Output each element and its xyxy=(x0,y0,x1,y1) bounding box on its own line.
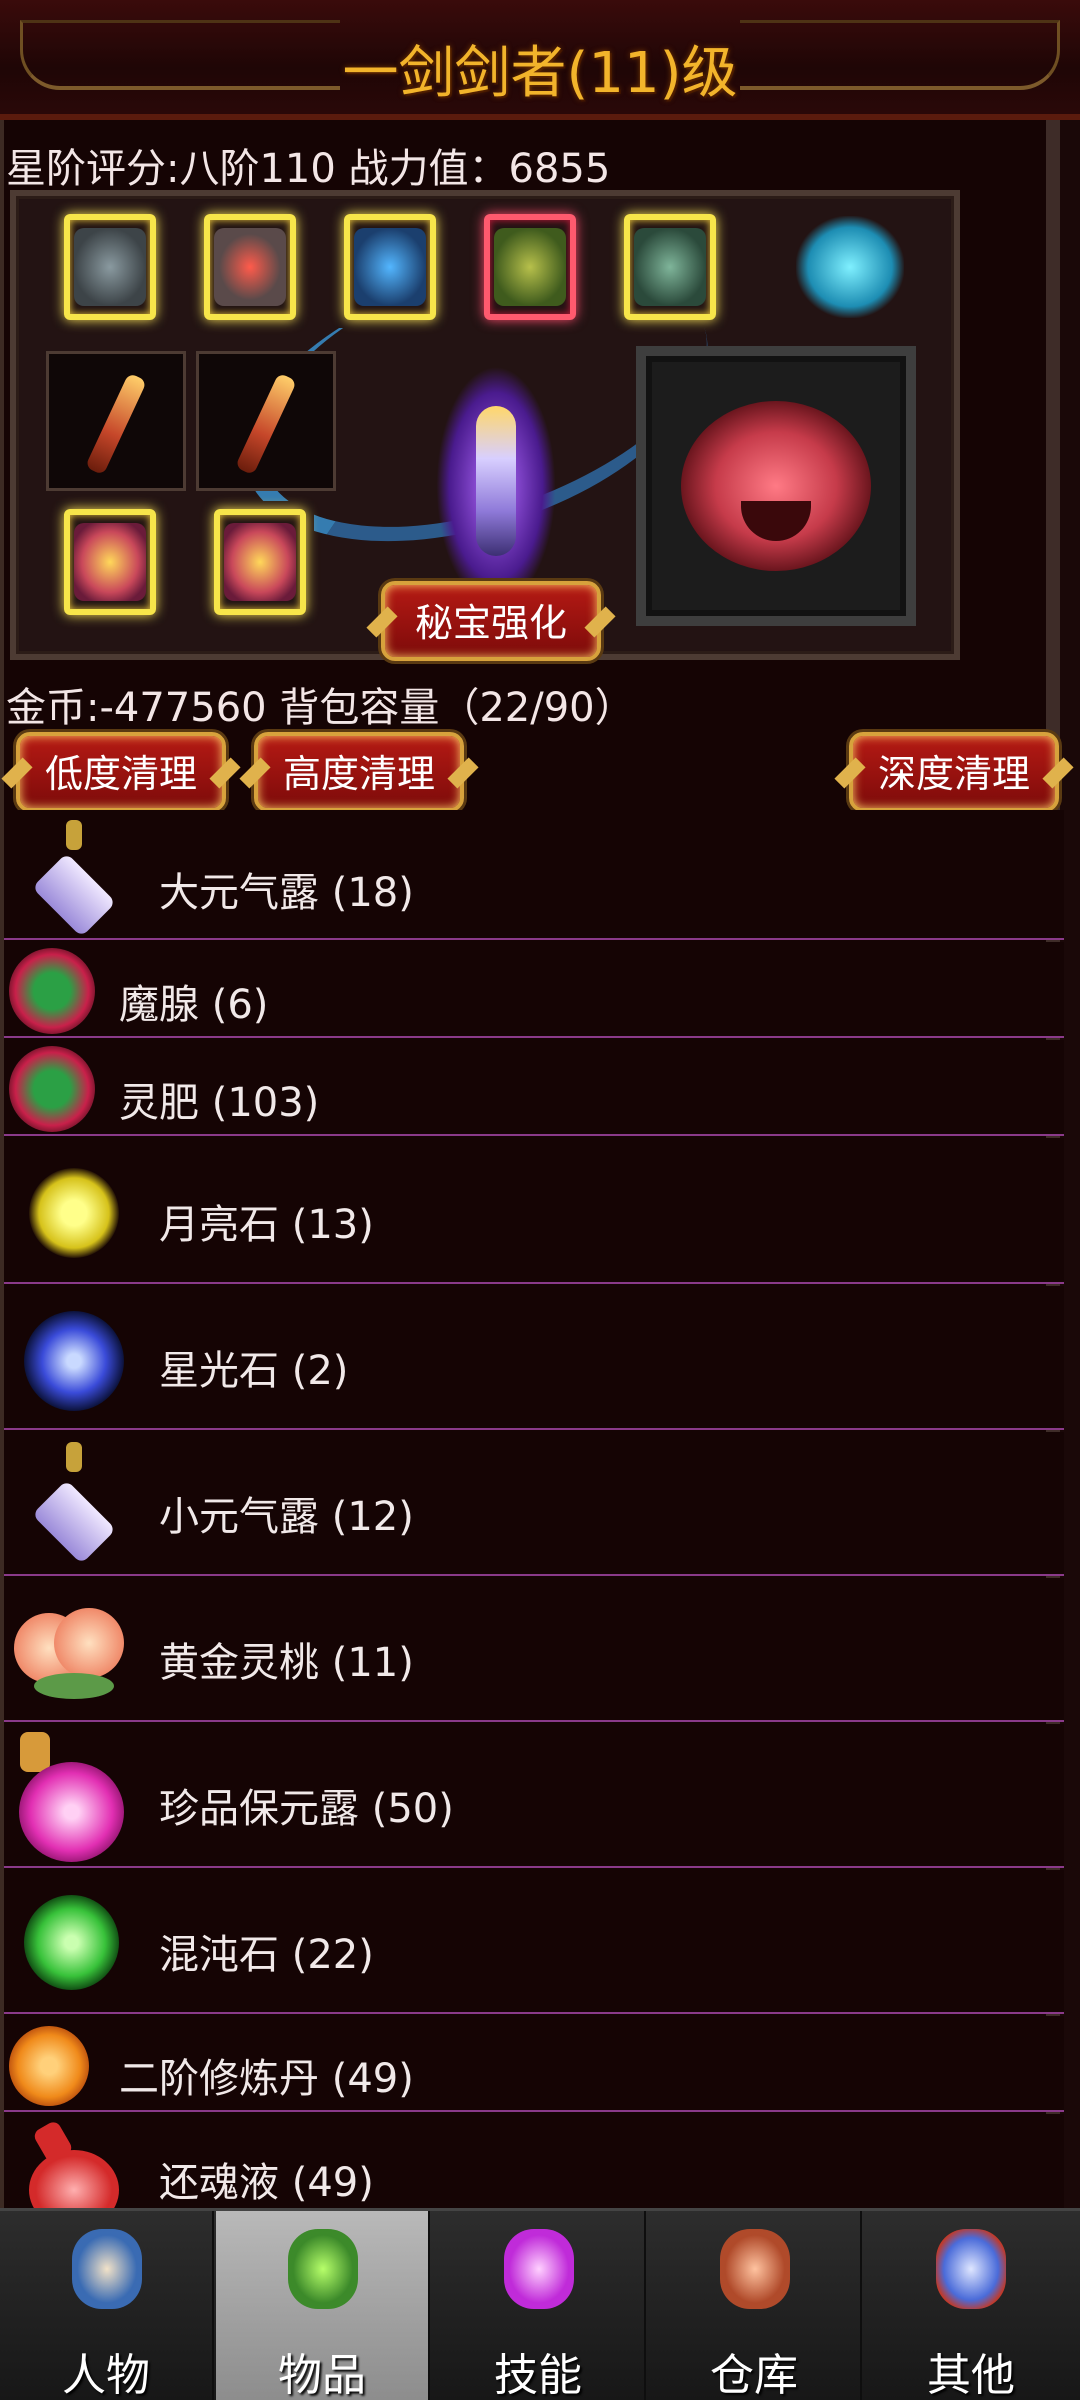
item-row[interactable]: 小元气露 (12) xyxy=(4,1432,1064,1576)
item-row[interactable]: 珍品保元露 (50) xyxy=(4,1724,1064,1868)
warehouse-icon xyxy=(720,2229,790,2309)
flask-icon xyxy=(14,1732,124,1862)
chaos-stone-icon xyxy=(24,1895,119,1990)
gem-icon xyxy=(74,523,146,601)
tab-items[interactable]: 物品 xyxy=(216,2211,430,2400)
equip-slot-boots[interactable] xyxy=(616,206,724,328)
sword-icon xyxy=(84,372,148,476)
pet-slot[interactable] xyxy=(636,346,916,626)
boots-icon xyxy=(634,228,706,306)
item-name: 二阶修炼丹 (49) xyxy=(119,2056,414,2102)
item-name: 小元气露 (12) xyxy=(159,1494,414,1540)
item-row[interactable]: 黄金灵桃 (11) xyxy=(4,1578,1064,1722)
stat-summary: 星阶评分:八阶110 战力值：6855 xyxy=(6,146,611,192)
title-bar: 一剑剑者(11)级 xyxy=(0,0,1080,120)
armor-icon xyxy=(214,228,286,306)
equip-slot-armor[interactable] xyxy=(196,206,304,328)
item-name: 魔腺 (6) xyxy=(119,982,269,1028)
equip-slot-weapon-right[interactable] xyxy=(196,351,336,491)
item-list: 大元气露 (18) 魔腺 (6) 灵肥 (103) 月亮石 (13) 星光石 (… xyxy=(4,810,1064,2210)
tab-character[interactable]: 人物 xyxy=(0,2211,214,2400)
deep-cleanup-button[interactable]: 深度清理 xyxy=(849,732,1059,812)
equip-slot-weapon-left[interactable] xyxy=(46,351,186,491)
pill-icon xyxy=(9,2026,89,2106)
equip-slot-gem-1[interactable] xyxy=(56,501,164,623)
item-name: 大元气露 (18) xyxy=(159,870,414,916)
tab-skills[interactable]: 技能 xyxy=(432,2211,646,2400)
equip-slot-gauntlet[interactable] xyxy=(476,206,584,328)
bottom-tab-bar: 人物 物品 技能 仓库 其他 xyxy=(0,2208,1080,2400)
sword-icon xyxy=(234,372,298,476)
orb-icon xyxy=(9,1046,95,1132)
main-panel: 星阶评分:八阶110 战力值：6855 秘宝强化 金币:-477560 背包容量… xyxy=(0,120,1064,2210)
character-icon xyxy=(72,2229,142,2309)
equipment-panel: 秘宝强化 xyxy=(10,190,960,661)
item-name: 灵肥 (103) xyxy=(119,1080,320,1126)
equip-slot-spirit-beast[interactable] xyxy=(796,206,904,328)
orb-icon xyxy=(9,948,95,1034)
item-name: 珍品保元露 (50) xyxy=(159,1786,454,1832)
low-cleanup-button[interactable]: 低度清理 xyxy=(16,732,226,812)
item-row[interactable]: 灵肥 (103) xyxy=(4,1040,1064,1136)
item-row[interactable]: 月亮石 (13) xyxy=(4,1138,1064,1284)
tab-other[interactable]: 其他 xyxy=(864,2211,1078,2400)
item-row[interactable]: 混沌石 (22) xyxy=(4,1870,1064,2014)
equip-slot-helmet[interactable] xyxy=(56,206,164,328)
item-name: 星光石 (2) xyxy=(159,1348,349,1394)
item-row[interactable]: 魔腺 (6) xyxy=(4,942,1064,1038)
item-name: 黄金灵桃 (11) xyxy=(159,1640,414,1686)
peach-icon xyxy=(14,1603,124,1703)
item-icon xyxy=(288,2229,358,2309)
cloak-icon xyxy=(354,228,426,306)
potion-icon xyxy=(24,1442,124,1565)
tiger-icon xyxy=(681,401,871,571)
page-title: 一剑剑者(11)级 xyxy=(342,41,738,106)
moonstone-icon xyxy=(29,1168,119,1258)
item-row[interactable]: 还魂液 (49) xyxy=(4,2114,1064,2210)
flask-icon xyxy=(19,2119,119,2210)
potion-icon xyxy=(24,820,124,938)
app: 一剑剑者(11)级 星阶评分:八阶110 战力值：6855 秘宝强化 金币:-4… xyxy=(0,0,1080,2400)
other-icon xyxy=(936,2229,1006,2309)
item-row[interactable]: 二阶修炼丹 (49) xyxy=(4,2016,1064,2112)
item-name: 月亮石 (13) xyxy=(159,1202,374,1248)
treasure-enhance-button[interactable]: 秘宝强化 xyxy=(381,581,601,661)
coins-capacity: 金币:-477560 背包容量（22/90） xyxy=(6,685,635,731)
item-name: 还魂液 (49) xyxy=(159,2160,374,2206)
gem-icon xyxy=(224,523,296,601)
character-avatar[interactable] xyxy=(436,366,556,606)
gauntlet-icon xyxy=(494,228,566,306)
skill-icon xyxy=(504,2229,574,2309)
helmet-icon xyxy=(74,228,146,306)
equip-slot-cloak[interactable] xyxy=(336,206,444,328)
high-cleanup-button[interactable]: 高度清理 xyxy=(254,732,464,812)
starstone-icon xyxy=(24,1311,124,1411)
tab-warehouse[interactable]: 仓库 xyxy=(648,2211,862,2400)
spirit-beast-icon xyxy=(796,216,904,318)
item-row[interactable]: 星光石 (2) xyxy=(4,1286,1064,1430)
equip-slot-gem-2[interactable] xyxy=(206,501,314,623)
item-name: 混沌石 (22) xyxy=(159,1932,374,1978)
item-row[interactable]: 大元气露 (18) xyxy=(4,810,1064,940)
